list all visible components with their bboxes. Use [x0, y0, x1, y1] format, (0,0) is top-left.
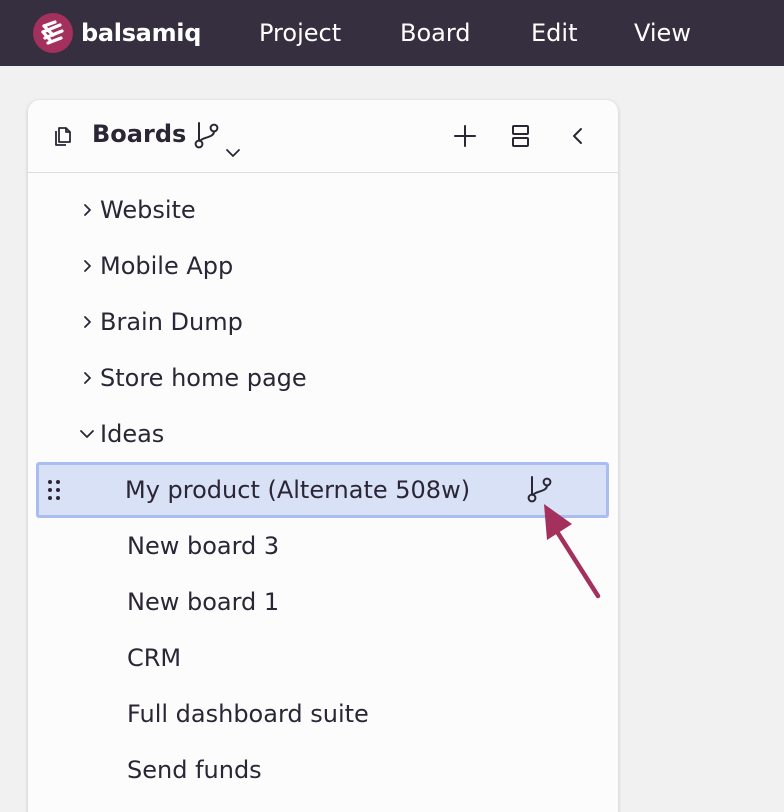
- tree-folder-label: Brain Dump: [100, 308, 243, 336]
- tree-board-selected[interactable]: My product (Alternate 508w): [36, 462, 609, 518]
- tree-folder-label: Mobile App: [100, 252, 234, 280]
- add-board-button[interactable]: [453, 124, 477, 148]
- menu-project[interactable]: Project: [259, 0, 341, 66]
- tree-board-label: New board 3: [127, 532, 280, 560]
- boards-panel-header: Boards: [28, 100, 618, 173]
- tree-board-item[interactable]: New board 1: [28, 574, 618, 630]
- tree-folder-ideas[interactable]: Ideas: [28, 406, 618, 462]
- app-logo[interactable]: balsamiq: [33, 13, 201, 53]
- chevron-down-icon[interactable]: [225, 147, 241, 159]
- tree-board-item[interactable]: Send funds: [28, 742, 618, 798]
- tree-board-item[interactable]: Full dashboard suite: [28, 686, 618, 742]
- collapse-panel-button[interactable]: [570, 124, 586, 148]
- drag-handle-icon[interactable]: [47, 479, 61, 507]
- tree-folder-label: Ideas: [100, 420, 165, 448]
- tree-folder-store-home-page[interactable]: Store home page: [28, 350, 618, 406]
- chevron-right-icon[interactable]: [78, 366, 96, 390]
- branch-icon[interactable]: [192, 121, 222, 151]
- panel-title: Boards: [92, 120, 187, 148]
- tree-folder-mobile-app[interactable]: Mobile App: [28, 238, 618, 294]
- tree-board-label: Send funds: [127, 756, 262, 784]
- top-menu-bar: balsamiq Project Board Edit View: [0, 0, 784, 66]
- tree-folder-website[interactable]: Website: [28, 182, 618, 238]
- branch-icon[interactable]: [525, 475, 555, 511]
- menu-edit[interactable]: Edit: [531, 0, 577, 66]
- tree-board-label: CRM: [127, 644, 182, 672]
- tree-board-label: New board 1: [127, 588, 280, 616]
- menu-board[interactable]: Board: [400, 0, 471, 66]
- tree-board-label: My product (Alternate 508w): [125, 476, 471, 504]
- tree-folder-label: Website: [100, 196, 196, 224]
- app-name: balsamiq: [81, 19, 202, 47]
- menu-view[interactable]: View: [634, 0, 691, 66]
- chevron-right-icon[interactable]: [78, 198, 96, 222]
- chevron-down-icon[interactable]: [78, 422, 96, 446]
- boards-copy-icon: [51, 124, 75, 148]
- tree-board-label: Full dashboard suite: [127, 700, 369, 728]
- tree-folder-label: Store home page: [100, 364, 307, 392]
- tree-board-item[interactable]: New board 3: [28, 518, 618, 574]
- tree-folder-brain-dump[interactable]: Brain Dump: [28, 294, 618, 350]
- chevron-right-icon[interactable]: [78, 254, 96, 278]
- chevron-right-icon[interactable]: [78, 310, 96, 334]
- boards-panel: Boards Website Mobile App Brain Dump Sto…: [28, 100, 618, 812]
- balsamiq-logo-icon: [33, 13, 73, 53]
- split-view-icon[interactable]: [510, 124, 532, 148]
- tree-board-item[interactable]: CRM: [28, 630, 618, 686]
